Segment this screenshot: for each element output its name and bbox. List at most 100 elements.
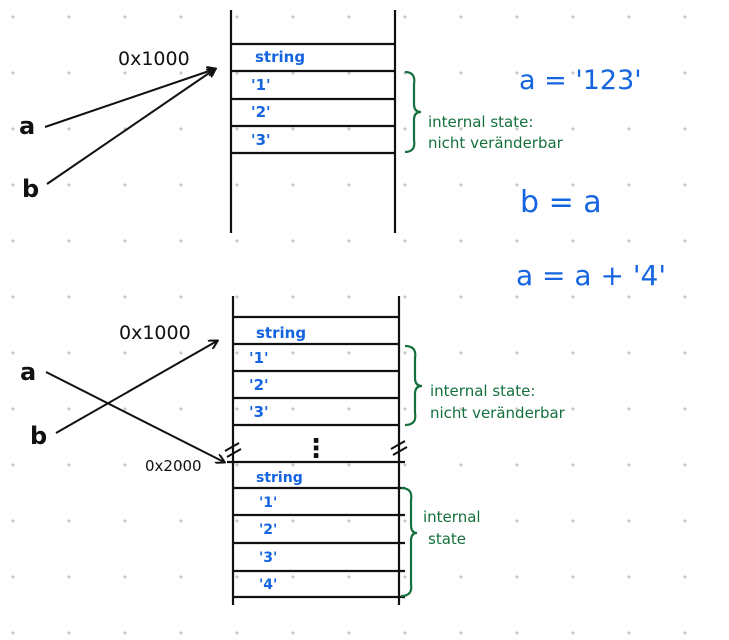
grid-dot: [179, 183, 183, 187]
grid-dot: [291, 183, 295, 187]
top-brace: [404, 70, 422, 154]
grid-dot: [179, 519, 183, 523]
grid-dot: [291, 239, 295, 243]
grid-dot: [11, 351, 15, 355]
grid-dot: [515, 239, 519, 243]
grid-dot: [627, 575, 631, 579]
grid-dot: [347, 183, 351, 187]
grid-dot: [459, 463, 463, 467]
grid-dot: [67, 631, 71, 635]
top-address-label: 0x1000: [118, 48, 190, 70]
grid-dot: [347, 351, 351, 355]
grid-dot: [67, 15, 71, 19]
grid-dot: [123, 239, 127, 243]
equation-2: b = a: [520, 185, 602, 220]
grid-dot: [683, 575, 687, 579]
grid-dot: [235, 351, 239, 355]
grid-dot: [403, 463, 407, 467]
grid-dot: [627, 351, 631, 355]
grid-dot: [11, 127, 15, 131]
grid-dot: [571, 631, 575, 635]
grid-dot: [627, 295, 631, 299]
grid-dot: [123, 575, 127, 579]
grid-dot: [11, 183, 15, 187]
grid-dot: [515, 463, 519, 467]
bottom-var-a: a: [20, 358, 36, 386]
bottom-arrow-b: [55, 341, 217, 434]
bottom-brace-1: [404, 344, 423, 427]
grid-dot: [347, 295, 351, 299]
grid-dot: [123, 15, 127, 19]
grid-dot: [571, 519, 575, 523]
grid-dot: [459, 239, 463, 243]
grid-dot: [179, 575, 183, 579]
grid-dot: [683, 519, 687, 523]
grid-dot: [515, 15, 519, 19]
grid-dot: [67, 239, 71, 243]
bottom-cell2-3: '3': [259, 550, 277, 566]
grid-dot: [11, 631, 15, 635]
bottom-cell1-3: '3': [249, 403, 269, 421]
grid-dot: [683, 295, 687, 299]
grid-dot: [235, 239, 239, 243]
top-brace-note-line2: nicht veränderbar: [428, 134, 564, 152]
grid-dot: [179, 351, 183, 355]
grid-dot: [179, 127, 183, 131]
grid-dot: [291, 575, 295, 579]
grid-dot: [459, 351, 463, 355]
grid-dot: [571, 351, 575, 355]
grid-dot: [459, 575, 463, 579]
grid-dot: [683, 127, 687, 131]
grid-dot: [67, 71, 71, 75]
bottom-cell2-1: '1': [259, 495, 277, 511]
grid-dot: [179, 71, 183, 75]
dot-grid-background: [11, 15, 687, 635]
grid-dot: [347, 631, 351, 635]
bottom-brace2-note-line1: internal: [423, 508, 481, 526]
memory-ellipsis: ⋮: [303, 434, 329, 464]
grid-dot: [403, 15, 407, 19]
grid-dot: [683, 407, 687, 411]
grid-dot: [459, 15, 463, 19]
grid-dot: [683, 183, 687, 187]
grid-dot: [235, 183, 239, 187]
grid-dot: [67, 351, 71, 355]
grid-dot: [459, 295, 463, 299]
grid-dot: [627, 519, 631, 523]
grid-dot: [571, 407, 575, 411]
grid-dot: [515, 575, 519, 579]
grid-dot: [571, 575, 575, 579]
grid-dot: [403, 351, 407, 355]
grid-dot: [683, 631, 687, 635]
grid-dot: [179, 15, 183, 19]
grid-dot: [67, 127, 71, 131]
top-memory-block: [229, 10, 397, 233]
grid-dot: [347, 519, 351, 523]
grid-dot: [627, 463, 631, 467]
bottom-cell2-2: '2': [259, 522, 277, 538]
grid-dot: [515, 519, 519, 523]
grid-dot: [291, 15, 295, 19]
bottom-address-1-label: 0x1000: [119, 322, 191, 344]
bottom-brace-note-line2: nicht veränderbar: [430, 404, 566, 422]
grid-dot: [515, 631, 519, 635]
grid-dot: [683, 71, 687, 75]
grid-dot: [123, 463, 127, 467]
grid-dot: [235, 127, 239, 131]
grid-dot: [11, 519, 15, 523]
grid-dot: [67, 407, 71, 411]
grid-dot: [235, 407, 239, 411]
grid-dot: [627, 407, 631, 411]
grid-dot: [403, 575, 407, 579]
grid-dot: [459, 183, 463, 187]
top-cell-2: '2': [251, 103, 271, 121]
grid-dot: [403, 631, 407, 635]
grid-dot: [291, 631, 295, 635]
grid-dot: [179, 295, 183, 299]
grid-dot: [11, 15, 15, 19]
grid-dot: [347, 239, 351, 243]
grid-dot: [347, 127, 351, 131]
bottom-cell1-2: '2': [249, 376, 269, 394]
top-arrow-a: [44, 69, 215, 128]
grid-dot: [11, 71, 15, 75]
